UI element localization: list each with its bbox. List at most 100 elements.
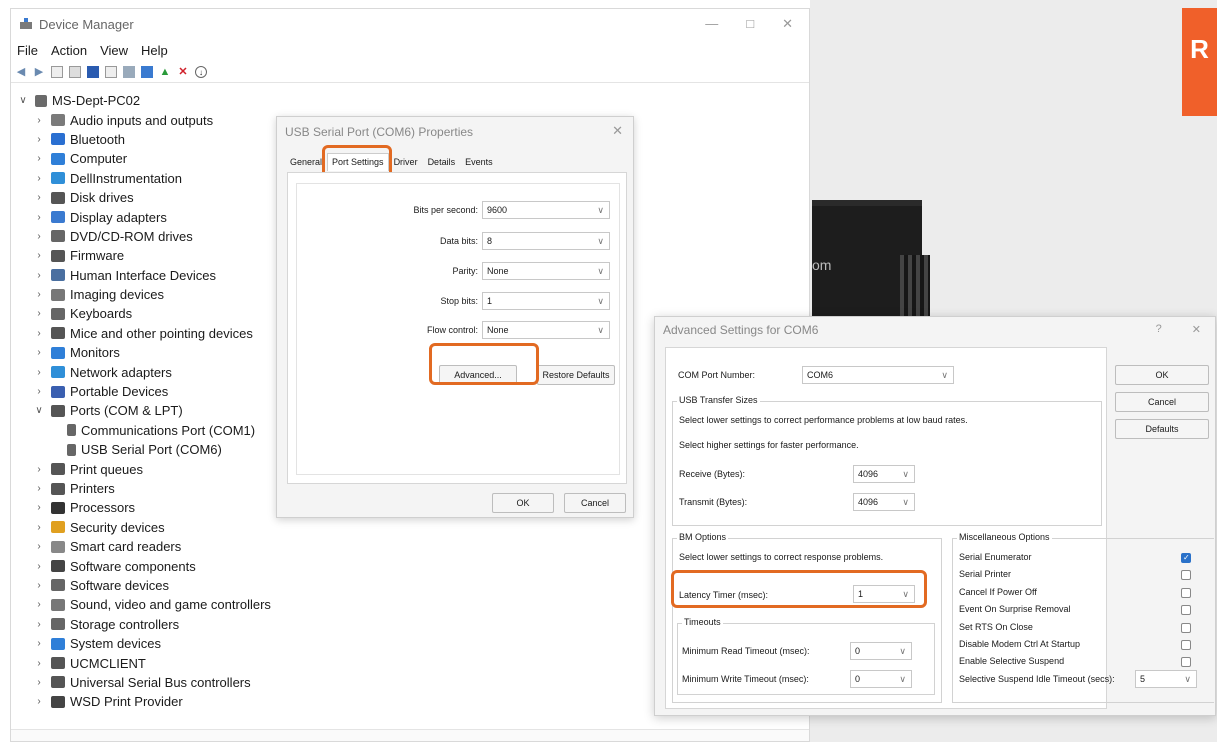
- read-timeout-label: Minimum Read Timeout (msec):: [682, 646, 810, 656]
- tree-root[interactable]: ∨ MS-Dept-PC02: [11, 91, 809, 110]
- view-icon[interactable]: [105, 65, 117, 78]
- update-driver-icon[interactable]: ▲: [159, 66, 171, 78]
- misc-option-checkbox[interactable]: [1181, 570, 1191, 581]
- ok-button[interactable]: OK: [1115, 365, 1209, 385]
- chevron-right-icon[interactable]: ›: [33, 153, 45, 164]
- portable-icon: [51, 385, 65, 398]
- mouse-icon: [51, 327, 65, 340]
- device-vents: [900, 255, 930, 325]
- list-icon[interactable]: [69, 65, 81, 78]
- chevron-right-icon[interactable]: ›: [33, 580, 45, 591]
- misc-option-label: Serial Enumerator: [959, 552, 1032, 562]
- chevron-right-icon[interactable]: ›: [33, 464, 45, 475]
- close-icon[interactable]: ✕: [612, 123, 623, 139]
- tree-item-label: Audio inputs and outputs: [70, 112, 214, 128]
- firmware-icon: [51, 249, 65, 262]
- chevron-right-icon[interactable]: ›: [33, 541, 45, 552]
- chevron-right-icon[interactable]: ›: [33, 115, 45, 126]
- camera-icon: [51, 288, 65, 301]
- tab-driver[interactable]: Driver: [389, 153, 423, 171]
- misc-option-checkbox[interactable]: [1181, 605, 1191, 616]
- chevron-right-icon[interactable]: ›: [33, 599, 45, 610]
- bits-per-second-select[interactable]: 9600 ∨: [482, 201, 610, 219]
- chevron-right-icon[interactable]: ›: [33, 173, 45, 184]
- chevron-right-icon[interactable]: ›: [33, 677, 45, 688]
- chevron-right-icon[interactable]: ›: [33, 270, 45, 281]
- misc-option-checkbox[interactable]: [1181, 553, 1191, 563]
- tab-general[interactable]: General: [285, 153, 327, 171]
- data-bits-select[interactable]: 8 ∨: [482, 232, 610, 250]
- defaults-button[interactable]: Defaults: [1115, 419, 1209, 439]
- misc-option-checkbox[interactable]: [1181, 587, 1191, 598]
- chevron-right-icon[interactable]: ›: [33, 502, 45, 513]
- chevron-right-icon[interactable]: ›: [33, 367, 45, 378]
- chevron-right-icon[interactable]: ›: [33, 289, 45, 300]
- help-icon[interactable]: ?: [1156, 323, 1162, 336]
- chevron-right-icon[interactable]: ›: [33, 483, 45, 494]
- flow-control-select[interactable]: None ∨: [482, 321, 610, 339]
- tree-item-label: Monitors: [70, 345, 120, 361]
- chevron-right-icon[interactable]: ›: [33, 192, 45, 203]
- chevron-right-icon[interactable]: ›: [33, 250, 45, 261]
- chevron-down-icon[interactable]: ∨: [33, 405, 45, 416]
- data-bits-label: Data bits:: [439, 236, 478, 246]
- download-icon[interactable]: ↓: [195, 65, 207, 78]
- usb-transfer-note-low: Select lower settings to correct perform…: [679, 415, 968, 425]
- sound-icon: [51, 598, 65, 611]
- uninstall-icon[interactable]: ✕: [177, 66, 189, 78]
- chevron-right-icon[interactable]: ›: [33, 658, 45, 669]
- disk-icon: [51, 191, 65, 204]
- chevron-right-icon[interactable]: ›: [33, 308, 45, 319]
- misc-option-checkbox[interactable]: [1181, 657, 1191, 668]
- close-button[interactable]: ✕: [782, 16, 793, 32]
- misc-option-checkbox[interactable]: [1181, 640, 1191, 650]
- cancel-button[interactable]: Cancel: [1115, 392, 1209, 412]
- tree-item-label: Mice and other pointing devices: [70, 325, 253, 341]
- help-icon[interactable]: [87, 65, 99, 78]
- usb-transfer-note-high: Select higher settings for faster perfor…: [679, 440, 859, 450]
- menu-file[interactable]: File: [17, 43, 38, 58]
- properties-icon[interactable]: [51, 65, 63, 78]
- close-icon[interactable]: ✕: [1192, 323, 1201, 336]
- chevron-right-icon[interactable]: ›: [33, 522, 45, 533]
- chevron-right-icon[interactable]: ›: [33, 619, 45, 630]
- chevron-right-icon[interactable]: ›: [33, 231, 45, 242]
- misc-option-checkbox[interactable]: [1181, 622, 1191, 633]
- receive-select[interactable]: 4096 ∨: [853, 465, 915, 483]
- chevron-down-icon[interactable]: ∨: [17, 95, 29, 106]
- chevron-right-icon[interactable]: ›: [33, 386, 45, 397]
- flow-control-row: Flow control: None ∨: [297, 320, 621, 340]
- chevron-right-icon[interactable]: ›: [33, 212, 45, 223]
- menu-action[interactable]: Action: [51, 43, 87, 58]
- chevron-right-icon[interactable]: ›: [33, 328, 45, 339]
- chevron-right-icon[interactable]: ›: [33, 347, 45, 358]
- minimize-button[interactable]: —: [705, 16, 718, 32]
- menu-help[interactable]: Help: [141, 43, 168, 58]
- dell-icon: [51, 172, 65, 185]
- menu-view[interactable]: View: [100, 43, 128, 58]
- tab-events[interactable]: Events: [460, 153, 498, 171]
- chevron-right-icon[interactable]: ›: [33, 561, 45, 572]
- chevron-right-icon[interactable]: ›: [33, 638, 45, 649]
- write-timeout-select[interactable]: 0 ∨: [850, 670, 912, 688]
- transmit-select[interactable]: 4096 ∨: [853, 493, 915, 511]
- ok-button[interactable]: OK: [492, 493, 554, 513]
- read-timeout-select[interactable]: 0 ∨: [850, 642, 912, 660]
- receive-value: 4096: [858, 469, 879, 479]
- chevron-right-icon[interactable]: ›: [33, 696, 45, 707]
- back-arrow-icon[interactable]: ◀: [15, 66, 27, 78]
- chevron-right-icon[interactable]: ›: [33, 134, 45, 145]
- com-port-select[interactable]: COM6 ∨: [802, 366, 954, 384]
- cancel-button[interactable]: Cancel: [564, 493, 626, 513]
- tree-item-label: Smart card readers: [70, 539, 182, 555]
- idle-timeout-select[interactable]: 5 ∨: [1135, 670, 1197, 688]
- monitor-icon[interactable]: [141, 65, 153, 78]
- forward-arrow-icon[interactable]: ▶: [33, 66, 45, 78]
- scan-icon[interactable]: [123, 65, 135, 78]
- tree-item-label: Ports (COM & LPT): [70, 403, 183, 419]
- parity-select[interactable]: None ∨: [482, 262, 610, 280]
- restore-defaults-button[interactable]: Restore Defaults: [537, 365, 615, 385]
- maximize-button[interactable]: □: [746, 16, 754, 32]
- tab-details[interactable]: Details: [423, 153, 461, 171]
- stop-bits-select[interactable]: 1 ∨: [482, 292, 610, 310]
